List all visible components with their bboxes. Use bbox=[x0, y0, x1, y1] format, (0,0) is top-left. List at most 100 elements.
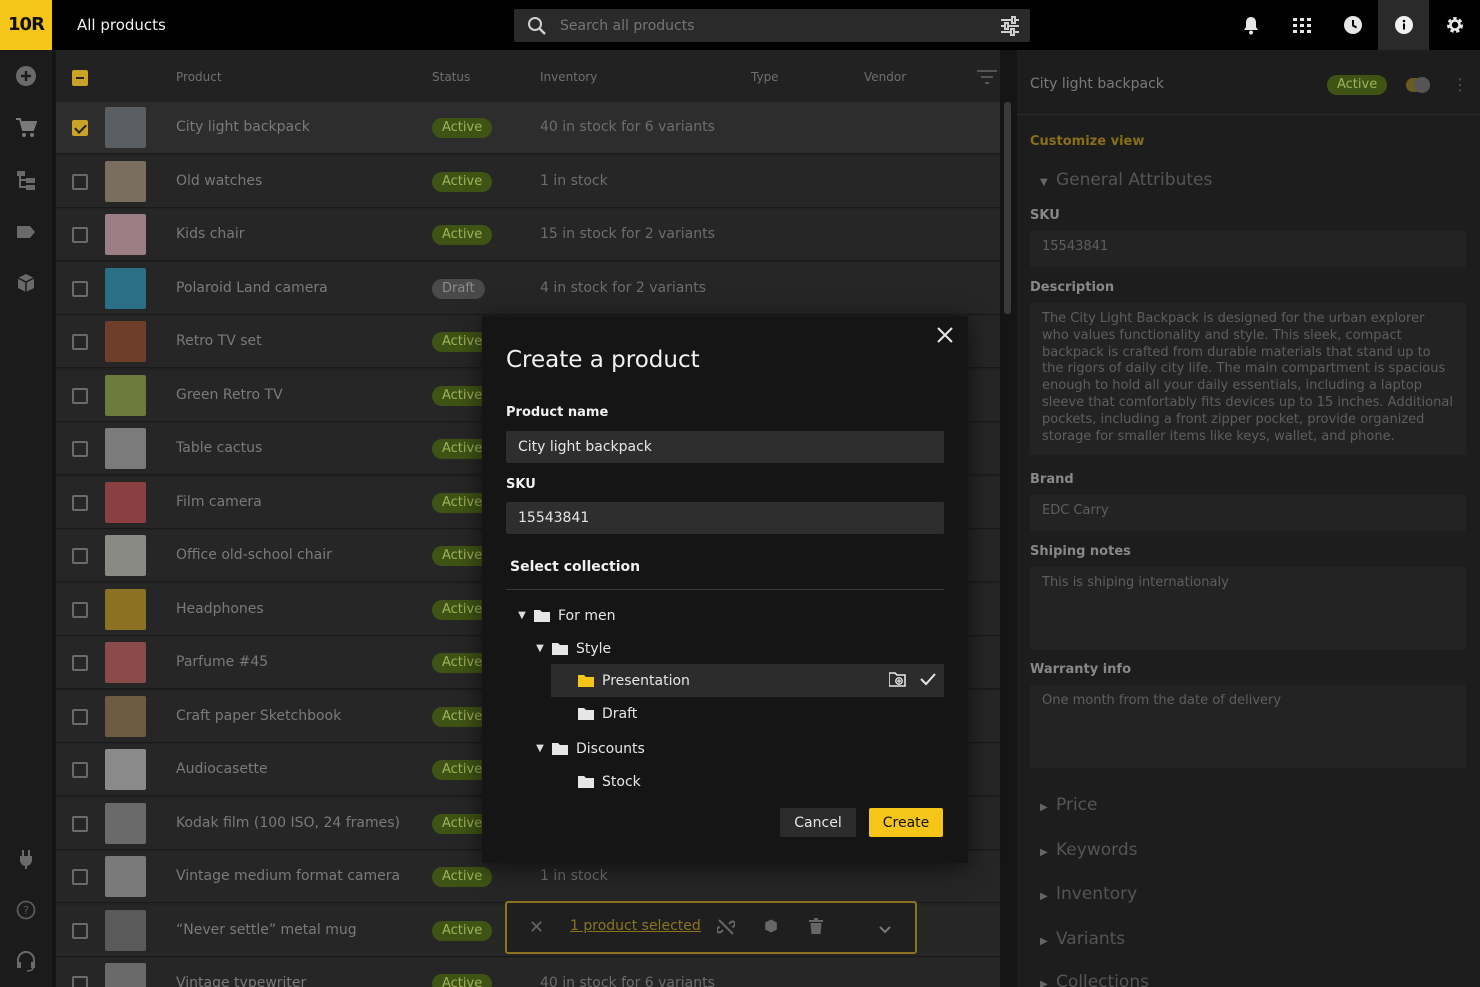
product-name[interactable]: Table cactus bbox=[176, 440, 262, 456]
product-name[interactable]: Parfume #45 bbox=[176, 654, 268, 670]
product-name[interactable]: Retro TV set bbox=[176, 333, 262, 349]
more-options-icon[interactable]: ⋮ bbox=[1452, 75, 1468, 94]
section-inventory[interactable]: ▶ Inventory bbox=[1040, 884, 1137, 904]
create-button[interactable]: Create bbox=[869, 808, 943, 837]
product-name[interactable]: Headphones bbox=[176, 601, 264, 617]
row-checkbox[interactable] bbox=[72, 173, 88, 190]
product-name[interactable]: Old watches bbox=[176, 173, 262, 189]
product-name[interactable]: Craft paper Sketchbook bbox=[176, 708, 341, 724]
row-checkbox[interactable] bbox=[72, 280, 88, 297]
row-checkbox[interactable] bbox=[72, 601, 88, 618]
product-name[interactable]: Green Retro TV bbox=[176, 387, 283, 403]
package-icon[interactable] bbox=[763, 918, 779, 938]
product-name[interactable]: Vintage medium format camera bbox=[176, 868, 400, 884]
table-row[interactable]: Kids chair Active 15 in stock for 2 varian… bbox=[56, 209, 1000, 261]
row-checkbox[interactable] bbox=[72, 815, 88, 832]
package-icon[interactable] bbox=[13, 270, 39, 296]
product-name[interactable]: Film camera bbox=[176, 494, 262, 510]
product-name[interactable]: Kids chair bbox=[176, 226, 245, 242]
section-keywords[interactable]: ▶ Keywords bbox=[1040, 840, 1137, 860]
product-name[interactable]: Kodak film (100 ISO, 24 frames) bbox=[176, 815, 400, 831]
history-clock-icon[interactable] bbox=[1327, 0, 1378, 50]
product-name[interactable]: City light backpack bbox=[176, 119, 310, 135]
product-name[interactable]: Polaroid Land camera bbox=[176, 280, 328, 296]
delete-trash-icon[interactable] bbox=[808, 918, 824, 938]
caret-down-icon[interactable]: ▼ bbox=[532, 643, 548, 654]
row-checkbox[interactable] bbox=[72, 655, 88, 671]
warranty-field[interactable]: One month from the date of delivery bbox=[1030, 685, 1466, 768]
info-icon[interactable] bbox=[1378, 0, 1429, 50]
table-row[interactable]: Polaroid Land camera Draft 4 in stock for … bbox=[56, 262, 1000, 315]
customize-view-link[interactable]: Customize view bbox=[1030, 134, 1144, 149]
tag-icon[interactable] bbox=[13, 219, 39, 245]
product-name[interactable]: Office old-school chair bbox=[176, 547, 332, 563]
selection-count-link[interactable]: 1 product selected bbox=[570, 918, 701, 934]
check-icon[interactable] bbox=[920, 672, 936, 691]
tree-item-style[interactable]: ▼ Style bbox=[532, 632, 611, 665]
row-checkbox[interactable] bbox=[72, 120, 88, 136]
search-input[interactable] bbox=[560, 17, 980, 34]
caret-down-icon[interactable]: ▼ bbox=[532, 743, 548, 754]
row-checkbox[interactable] bbox=[72, 922, 88, 939]
row-checkbox[interactable] bbox=[72, 494, 88, 511]
column-product[interactable]: Product bbox=[176, 70, 222, 84]
column-inventory[interactable]: Inventory bbox=[540, 70, 597, 84]
table-row[interactable]: City light backpack Active 40 in stock for… bbox=[56, 102, 1000, 154]
row-checkbox[interactable] bbox=[72, 387, 88, 404]
row-checkbox[interactable] bbox=[72, 227, 88, 243]
tree-item-discounts[interactable]: ▼ Discounts bbox=[532, 732, 645, 765]
row-checkbox[interactable] bbox=[72, 548, 88, 564]
close-icon[interactable] bbox=[934, 324, 956, 346]
section-collections[interactable]: ▶ Collections bbox=[1040, 972, 1149, 987]
select-all-checkbox[interactable] bbox=[72, 70, 88, 86]
brand-field[interactable]: EDC Carry bbox=[1030, 495, 1466, 531]
description-field[interactable]: The City Light Backpack is designed for … bbox=[1030, 303, 1466, 455]
section-price[interactable]: ▶ Price bbox=[1040, 795, 1097, 815]
chevron-down-icon[interactable] bbox=[879, 920, 891, 939]
section-general-attributes[interactable]: ▼ General Attributes bbox=[1040, 170, 1212, 190]
tree-item-presentation[interactable]: Presentation bbox=[551, 664, 944, 697]
unlink-icon[interactable] bbox=[716, 918, 736, 940]
status-toggle[interactable] bbox=[1406, 77, 1430, 93]
plug-icon[interactable] bbox=[13, 846, 39, 872]
caret-down-icon[interactable]: ▼ bbox=[514, 610, 530, 621]
add-circle-icon[interactable] bbox=[13, 63, 39, 89]
apps-grid-icon[interactable] bbox=[1276, 0, 1327, 50]
section-variants[interactable]: ▶ Variants bbox=[1040, 929, 1125, 949]
notifications-bell-icon[interactable] bbox=[1225, 0, 1276, 50]
product-name[interactable]: “Never settle” metal mug bbox=[176, 922, 357, 938]
search-bar[interactable] bbox=[514, 9, 1030, 42]
cart-icon[interactable] bbox=[13, 115, 39, 141]
product-name-input[interactable] bbox=[506, 431, 944, 463]
add-folder-icon[interactable] bbox=[888, 672, 906, 691]
row-checkbox[interactable] bbox=[72, 869, 88, 885]
help-icon[interactable]: ? bbox=[13, 897, 39, 923]
row-checkbox[interactable] bbox=[72, 441, 88, 457]
app-logo[interactable]: 10R bbox=[0, 0, 52, 50]
column-type[interactable]: Type bbox=[751, 70, 779, 84]
search-filter-icon[interactable] bbox=[1000, 16, 1020, 40]
sku-field[interactable]: 15543841 bbox=[1030, 231, 1466, 267]
column-vendor[interactable]: Vendor bbox=[864, 70, 906, 84]
table-row[interactable]: Old watches Active 1 in stock bbox=[56, 155, 1000, 208]
column-filter-icon[interactable] bbox=[977, 70, 997, 87]
row-checkbox[interactable] bbox=[72, 708, 88, 725]
clear-selection-icon[interactable]: ✕ bbox=[529, 917, 544, 938]
product-name[interactable]: Audiocasette bbox=[176, 761, 268, 777]
table-row[interactable]: Vintage typewriter Active 40 in stock for … bbox=[56, 958, 1000, 987]
shipping-notes-field[interactable]: This is shiping internationaly bbox=[1030, 567, 1466, 650]
settings-gear-icon[interactable] bbox=[1429, 0, 1480, 50]
row-checkbox[interactable] bbox=[72, 976, 88, 987]
row-checkbox[interactable] bbox=[72, 334, 88, 350]
sku-input[interactable] bbox=[506, 502, 944, 534]
support-headset-icon[interactable] bbox=[13, 948, 39, 974]
row-checkbox[interactable] bbox=[72, 762, 88, 778]
table-scrollbar[interactable] bbox=[1004, 102, 1011, 314]
cancel-button[interactable]: Cancel bbox=[780, 808, 856, 837]
tree-item-draft[interactable]: Draft bbox=[578, 697, 637, 730]
product-name[interactable]: Vintage typewriter bbox=[176, 975, 306, 987]
column-status[interactable]: Status bbox=[432, 70, 470, 84]
tree-item-for-men[interactable]: ▼ For men bbox=[514, 599, 615, 632]
tree-item-stock[interactable]: Stock bbox=[578, 765, 641, 798]
hierarchy-icon[interactable] bbox=[13, 167, 39, 193]
